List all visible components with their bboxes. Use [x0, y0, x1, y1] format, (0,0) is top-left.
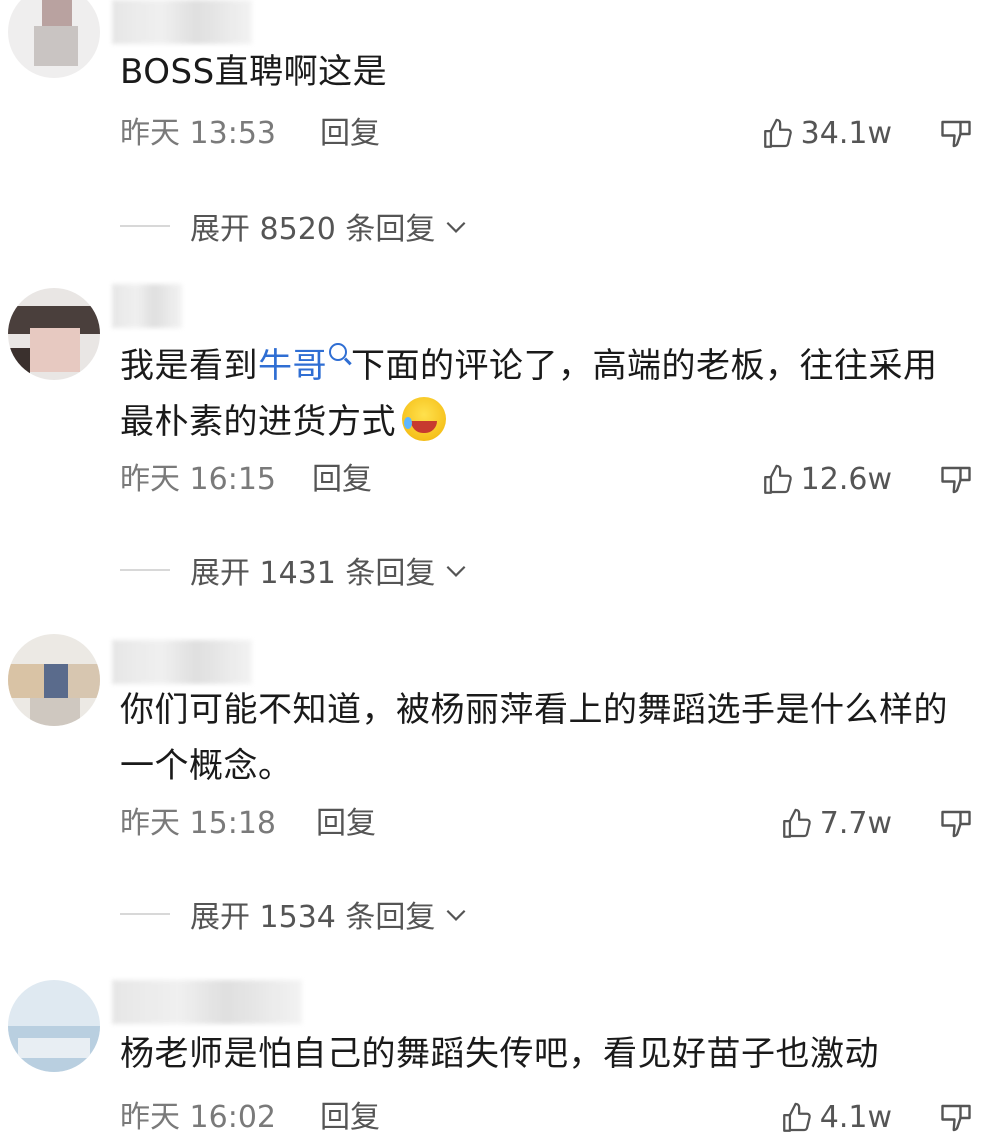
chevron-down-icon	[446, 565, 466, 577]
comment-text-before: 我是看到	[120, 346, 258, 386]
comment-time: 昨天 16:15	[120, 462, 276, 497]
divider-line	[120, 225, 170, 227]
search-icon[interactable]	[329, 343, 347, 361]
username[interactable]	[112, 980, 302, 1024]
expand-replies-label: 展开 8520 条回复	[190, 212, 436, 247]
avatar[interactable]	[8, 980, 100, 1072]
reply-button[interactable]: 回复	[320, 1096, 380, 1140]
comment-meta: 昨天 16:02 回复 4.1w	[120, 1096, 974, 1140]
divider-line	[120, 569, 170, 571]
username[interactable]	[112, 0, 252, 44]
laughing-crying-emoji-icon	[402, 397, 446, 441]
expand-replies-button[interactable]: 展开 8520 条回复	[120, 204, 469, 248]
thumbs-down-icon[interactable]	[938, 116, 974, 152]
comment-meta: 昨天 16:15 回复 12.6w	[120, 458, 974, 502]
expand-replies-button[interactable]: 展开 1534 条回复	[120, 892, 469, 936]
like-count: 7.7w	[819, 806, 892, 841]
thumbs-up-icon	[763, 118, 792, 148]
comment-text-content: 杨老师是怕自己的舞蹈失传吧，看见好苗子也激动	[120, 1034, 879, 1074]
avatar[interactable]	[8, 634, 100, 726]
avatar[interactable]	[8, 0, 100, 78]
like-count: 34.1w	[800, 116, 892, 151]
comment-text: 你们可能不知道，被杨丽萍看上的舞蹈选手是什么样的一个概念。	[120, 682, 966, 794]
like-count: 12.6w	[800, 462, 892, 497]
expand-replies-label: 展开 1534 条回复	[190, 900, 436, 935]
expand-replies-button[interactable]: 展开 1431 条回复	[120, 548, 469, 592]
thumbs-up-icon	[763, 464, 792, 494]
like-button[interactable]: 34.1w	[761, 112, 892, 156]
like-button[interactable]: 12.6w	[761, 458, 892, 502]
like-button[interactable]: 7.7w	[780, 802, 892, 846]
comment-meta: 昨天 13:53 回复 34.1w	[120, 112, 974, 156]
thumbs-up-icon	[782, 808, 811, 838]
reply-button[interactable]: 回复	[316, 802, 376, 846]
comment-meta: 昨天 15:18 回复 7.7w	[120, 802, 974, 846]
divider-line	[120, 913, 170, 915]
reply-button[interactable]: 回复	[312, 458, 372, 502]
thumbs-up-icon	[782, 1102, 811, 1132]
like-count: 4.1w	[819, 1100, 892, 1135]
thumbs-down-icon[interactable]	[938, 462, 974, 498]
comment-time: 昨天 15:18	[120, 806, 276, 841]
comment-time: 昨天 16:02	[120, 1100, 276, 1135]
comment-text: 我是看到牛哥 下面的评论了，高端的老板，往往采用最朴素的进货方式	[120, 338, 966, 450]
comment-text-content: BOSS直聘啊这是	[120, 52, 388, 92]
comment-text: 杨老师是怕自己的舞蹈失传吧，看见好苗子也激动	[120, 1026, 966, 1082]
mention-link[interactable]: 牛哥	[258, 346, 327, 386]
chevron-down-icon	[446, 909, 466, 921]
username[interactable]	[112, 640, 252, 684]
expand-replies-label: 展开 1431 条回复	[190, 556, 436, 591]
avatar[interactable]	[8, 288, 100, 380]
comment-text-content: 你们可能不知道，被杨丽萍看上的舞蹈选手是什么样的一个概念。	[120, 690, 948, 786]
reply-button[interactable]: 回复	[320, 112, 380, 156]
thumbs-down-icon[interactable]	[938, 806, 974, 842]
like-button[interactable]: 4.1w	[780, 1096, 892, 1140]
thumbs-down-icon[interactable]	[938, 1100, 974, 1136]
comment-time: 昨天 13:53	[120, 116, 276, 151]
username[interactable]	[112, 284, 182, 328]
comment-text: BOSS直聘啊这是	[120, 44, 966, 100]
chevron-down-icon	[446, 221, 466, 233]
